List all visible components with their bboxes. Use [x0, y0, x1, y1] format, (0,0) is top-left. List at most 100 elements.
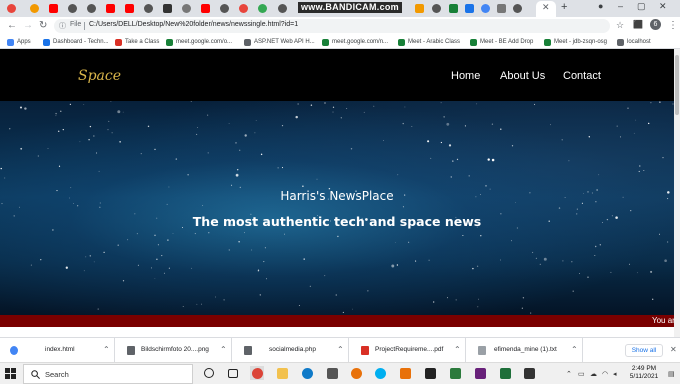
bookmark-item[interactable]: ASP.NET Web API H...: [244, 37, 315, 47]
network-icon[interactable]: ▭: [578, 370, 585, 378]
download-item[interactable]: ProjectRequireme....pdf ⌃: [351, 338, 466, 363]
taskbar-search[interactable]: Search: [23, 364, 193, 384]
star-icon[interactable]: ☆: [616, 20, 624, 31]
app-icon[interactable]: [349, 366, 363, 380]
tab[interactable]: [198, 2, 212, 15]
chrome-taskbar-icon[interactable]: [250, 366, 264, 380]
close-icon[interactable]: ✕: [670, 345, 677, 354]
tab[interactable]: [255, 2, 269, 15]
reload-icon[interactable]: ↻: [39, 20, 47, 31]
forward-icon[interactable]: →: [23, 20, 33, 31]
star: [69, 103, 72, 106]
edge-icon[interactable]: [300, 366, 314, 380]
star: [259, 294, 261, 296]
star: [450, 176, 452, 178]
tab[interactable]: [122, 2, 136, 15]
download-item[interactable]: efimenda_mine (1).txt ⌃: [468, 338, 583, 363]
app-icon[interactable]: [498, 366, 512, 380]
tab[interactable]: [429, 2, 443, 15]
nav-contact-link[interactable]: Contact: [563, 70, 601, 82]
tab[interactable]: [478, 2, 492, 15]
tab[interactable]: [494, 2, 508, 15]
bookmark-item[interactable]: Meet - Arabic Class: [398, 37, 460, 47]
chevron-up-icon[interactable]: ⌃: [571, 345, 578, 354]
tab[interactable]: [236, 2, 250, 15]
wifi-icon[interactable]: ◠: [602, 370, 608, 378]
app-icon[interactable]: [398, 366, 412, 380]
star: [55, 112, 57, 115]
chevron-up-icon[interactable]: ⌃: [454, 345, 461, 354]
menu-icon[interactable]: ⋮: [668, 20, 678, 31]
address-bar[interactable]: ⓘ File C:/Users/DELL/Desktop/New%20folde…: [54, 19, 610, 33]
clock[interactable]: 2:49 PM 5/11/2021: [624, 365, 664, 381]
maximize-icon[interactable]: ▢: [637, 1, 646, 12]
tab[interactable]: [412, 2, 426, 15]
star: [599, 244, 601, 246]
minimize-icon[interactable]: –: [618, 1, 623, 11]
skype-icon[interactable]: [373, 366, 387, 380]
search-icon: [31, 370, 40, 379]
extensions-icon[interactable]: ⬛: [633, 20, 643, 29]
close-tab-icon[interactable]: ✕: [542, 2, 550, 13]
tab[interactable]: [103, 2, 117, 15]
windows-start-icon[interactable]: [5, 368, 16, 379]
media-icon[interactable]: ●: [598, 1, 603, 11]
download-item[interactable]: index.html ⌃: [0, 338, 115, 363]
chevron-up-icon[interactable]: ⌃: [220, 345, 227, 354]
tab[interactable]: [65, 2, 79, 15]
download-item[interactable]: socialmedia.php ⌃: [234, 338, 349, 363]
tab[interactable]: [4, 2, 18, 15]
tab[interactable]: [446, 2, 460, 15]
star: [30, 264, 32, 266]
bookmark-item[interactable]: Dashboard - Techn...: [43, 37, 109, 47]
ticker-text: You are: [652, 316, 674, 325]
show-all-button[interactable]: Show all: [625, 344, 663, 357]
bookmark-item[interactable]: Take a Class: [115, 37, 159, 47]
tab[interactable]: [462, 2, 476, 15]
star: [20, 147, 23, 150]
scrollbar-thumb[interactable]: [675, 55, 679, 115]
avatar[interactable]: 6: [650, 19, 661, 30]
app-icon[interactable]: [448, 366, 462, 380]
chevron-up-icon[interactable]: ⌃: [337, 345, 344, 354]
tab[interactable]: [275, 2, 289, 15]
visual-studio-icon[interactable]: [473, 366, 487, 380]
tab[interactable]: [141, 2, 155, 15]
app-icon[interactable]: [423, 366, 437, 380]
bookmark-item[interactable]: Meet - jdb-zsqn-osg: [544, 37, 607, 47]
close-window-icon[interactable]: ✕: [659, 1, 667, 12]
tab[interactable]: [46, 2, 60, 15]
back-icon[interactable]: ←: [7, 20, 17, 31]
cloud-icon[interactable]: ☁: [590, 370, 597, 378]
tab[interactable]: [27, 2, 41, 15]
star: [182, 306, 184, 308]
new-tab-button[interactable]: +: [561, 1, 567, 13]
download-item[interactable]: Bildschirmfoto 20....png ⌃: [117, 338, 232, 363]
bookmark-item[interactable]: meet.google.com/n...: [322, 37, 388, 47]
site-logo[interactable]: Space: [78, 68, 121, 84]
file-explorer-icon[interactable]: [275, 366, 289, 380]
nav-about-link[interactable]: About Us: [500, 70, 545, 82]
volume-icon[interactable]: ◂: [613, 370, 617, 378]
notifications-icon[interactable]: ▤: [668, 370, 675, 378]
tab[interactable]: [510, 2, 524, 15]
bookmark-icon: [244, 38, 251, 46]
cortana-icon[interactable]: [202, 366, 216, 380]
tab[interactable]: [217, 2, 231, 15]
app-icon[interactable]: [522, 366, 536, 380]
nav-home-link[interactable]: Home: [451, 70, 480, 82]
star: [440, 102, 442, 104]
task-view-icon[interactable]: [226, 366, 240, 380]
tab[interactable]: [179, 2, 193, 15]
tab[interactable]: [84, 2, 98, 15]
bookmark-apps[interactable]: Apps: [7, 37, 31, 47]
bookmark-item[interactable]: localhost: [617, 37, 651, 47]
tab[interactable]: [160, 2, 174, 15]
url-text[interactable]: C:/Users/DELL/Desktop/New%20folder/news/…: [89, 21, 298, 28]
chevron-up-icon[interactable]: ⌃: [103, 345, 110, 354]
store-icon[interactable]: [325, 366, 339, 380]
bookmark-item[interactable]: Meet - BE Add Drop: [470, 37, 533, 47]
star: [238, 241, 240, 243]
chevron-up-icon[interactable]: ⌃: [566, 370, 572, 378]
bookmark-item[interactable]: meet.google.com/o...: [166, 37, 232, 47]
